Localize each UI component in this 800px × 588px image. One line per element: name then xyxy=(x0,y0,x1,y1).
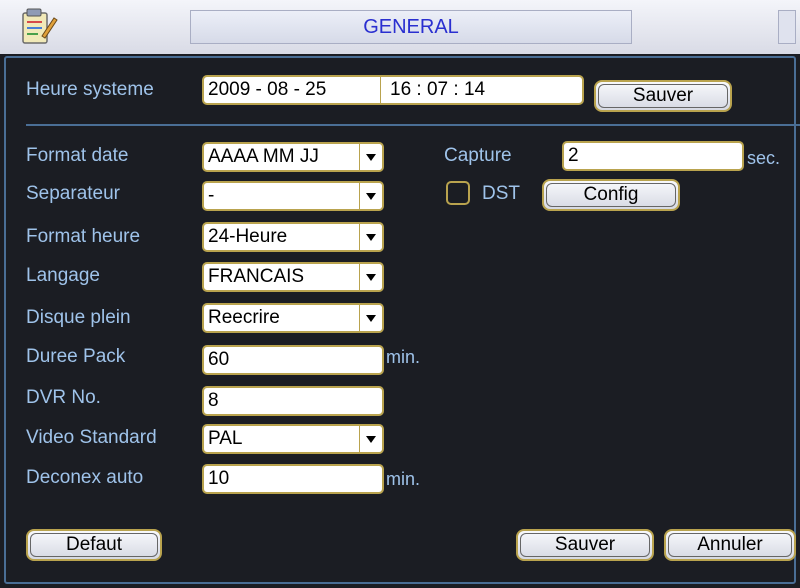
chevron-down-icon[interactable] xyxy=(359,183,382,209)
date-time-divider xyxy=(380,77,381,103)
title-bar: GENERAL xyxy=(0,0,800,54)
chevron-down-icon[interactable] xyxy=(359,426,382,452)
pack-duration-input[interactable]: 60 xyxy=(202,345,384,375)
video-standard-value: PAL xyxy=(208,428,243,449)
separator-label: Separateur xyxy=(26,183,121,204)
settings-sheet-icon xyxy=(22,8,58,44)
default-button[interactable]: Defaut xyxy=(26,529,162,561)
system-time-field[interactable]: 2009 - 08 - 25 16 : 07 : 14 xyxy=(202,75,584,105)
auto-logout-label: Deconex auto xyxy=(26,467,144,488)
video-standard-select[interactable]: PAL xyxy=(202,424,384,454)
capture-unit: sec. xyxy=(747,148,781,168)
system-time-label: Heure systeme xyxy=(26,79,154,100)
chevron-down-icon[interactable] xyxy=(359,305,382,331)
pack-duration-unit: min. xyxy=(386,347,421,367)
save-time-button[interactable]: Sauver xyxy=(594,80,732,112)
disk-full-value: Reecrire xyxy=(208,307,280,328)
dst-config-button[interactable]: Config xyxy=(542,179,680,211)
language-select[interactable]: FRANCAIS xyxy=(202,262,384,292)
save-button[interactable]: Sauver xyxy=(516,529,654,561)
general-settings-window: GENERAL Heure systeme 2009 - 08 - 25 16 … xyxy=(0,0,800,588)
dst-label: DST xyxy=(482,183,520,204)
auto-logout-input[interactable]: 10 xyxy=(202,464,384,494)
chevron-down-icon[interactable] xyxy=(359,264,382,290)
time-format-value: 24-Heure xyxy=(208,226,288,247)
date-format-label: Format date xyxy=(26,145,129,166)
chevron-down-icon[interactable] xyxy=(359,224,382,250)
time-format-select[interactable]: 24-Heure xyxy=(202,222,384,252)
system-time-value[interactable]: 16 : 07 : 14 xyxy=(390,77,485,103)
language-value: FRANCAIS xyxy=(208,266,305,287)
dst-checkbox[interactable] xyxy=(446,181,470,205)
disk-full-label: Disque plein xyxy=(26,307,131,328)
disk-full-select[interactable]: Reecrire xyxy=(202,303,384,333)
pack-duration-label: Duree Pack xyxy=(26,346,126,367)
window-title: GENERAL xyxy=(190,10,632,44)
date-format-value: AAAA MM JJ xyxy=(208,146,319,167)
dvr-no-label: DVR No. xyxy=(26,387,101,408)
capture-label: Capture xyxy=(444,145,512,166)
date-format-select[interactable]: AAAA MM JJ xyxy=(202,142,384,172)
cancel-button[interactable]: Annuler xyxy=(664,529,796,561)
time-format-label: Format heure xyxy=(26,226,141,247)
system-date-value[interactable]: 2009 - 08 - 25 xyxy=(208,79,326,100)
chevron-down-icon[interactable] xyxy=(359,144,382,170)
section-divider xyxy=(26,124,800,126)
language-label: Langage xyxy=(26,265,100,286)
separator-value: - xyxy=(208,185,215,206)
capture-input[interactable]: 2 xyxy=(562,141,744,171)
video-standard-label: Video Standard xyxy=(26,427,157,448)
dvr-no-input[interactable]: 8 xyxy=(202,386,384,416)
title-bar-right-edge xyxy=(778,10,796,44)
separator-select[interactable]: - xyxy=(202,181,384,211)
auto-logout-unit: min. xyxy=(386,469,421,489)
